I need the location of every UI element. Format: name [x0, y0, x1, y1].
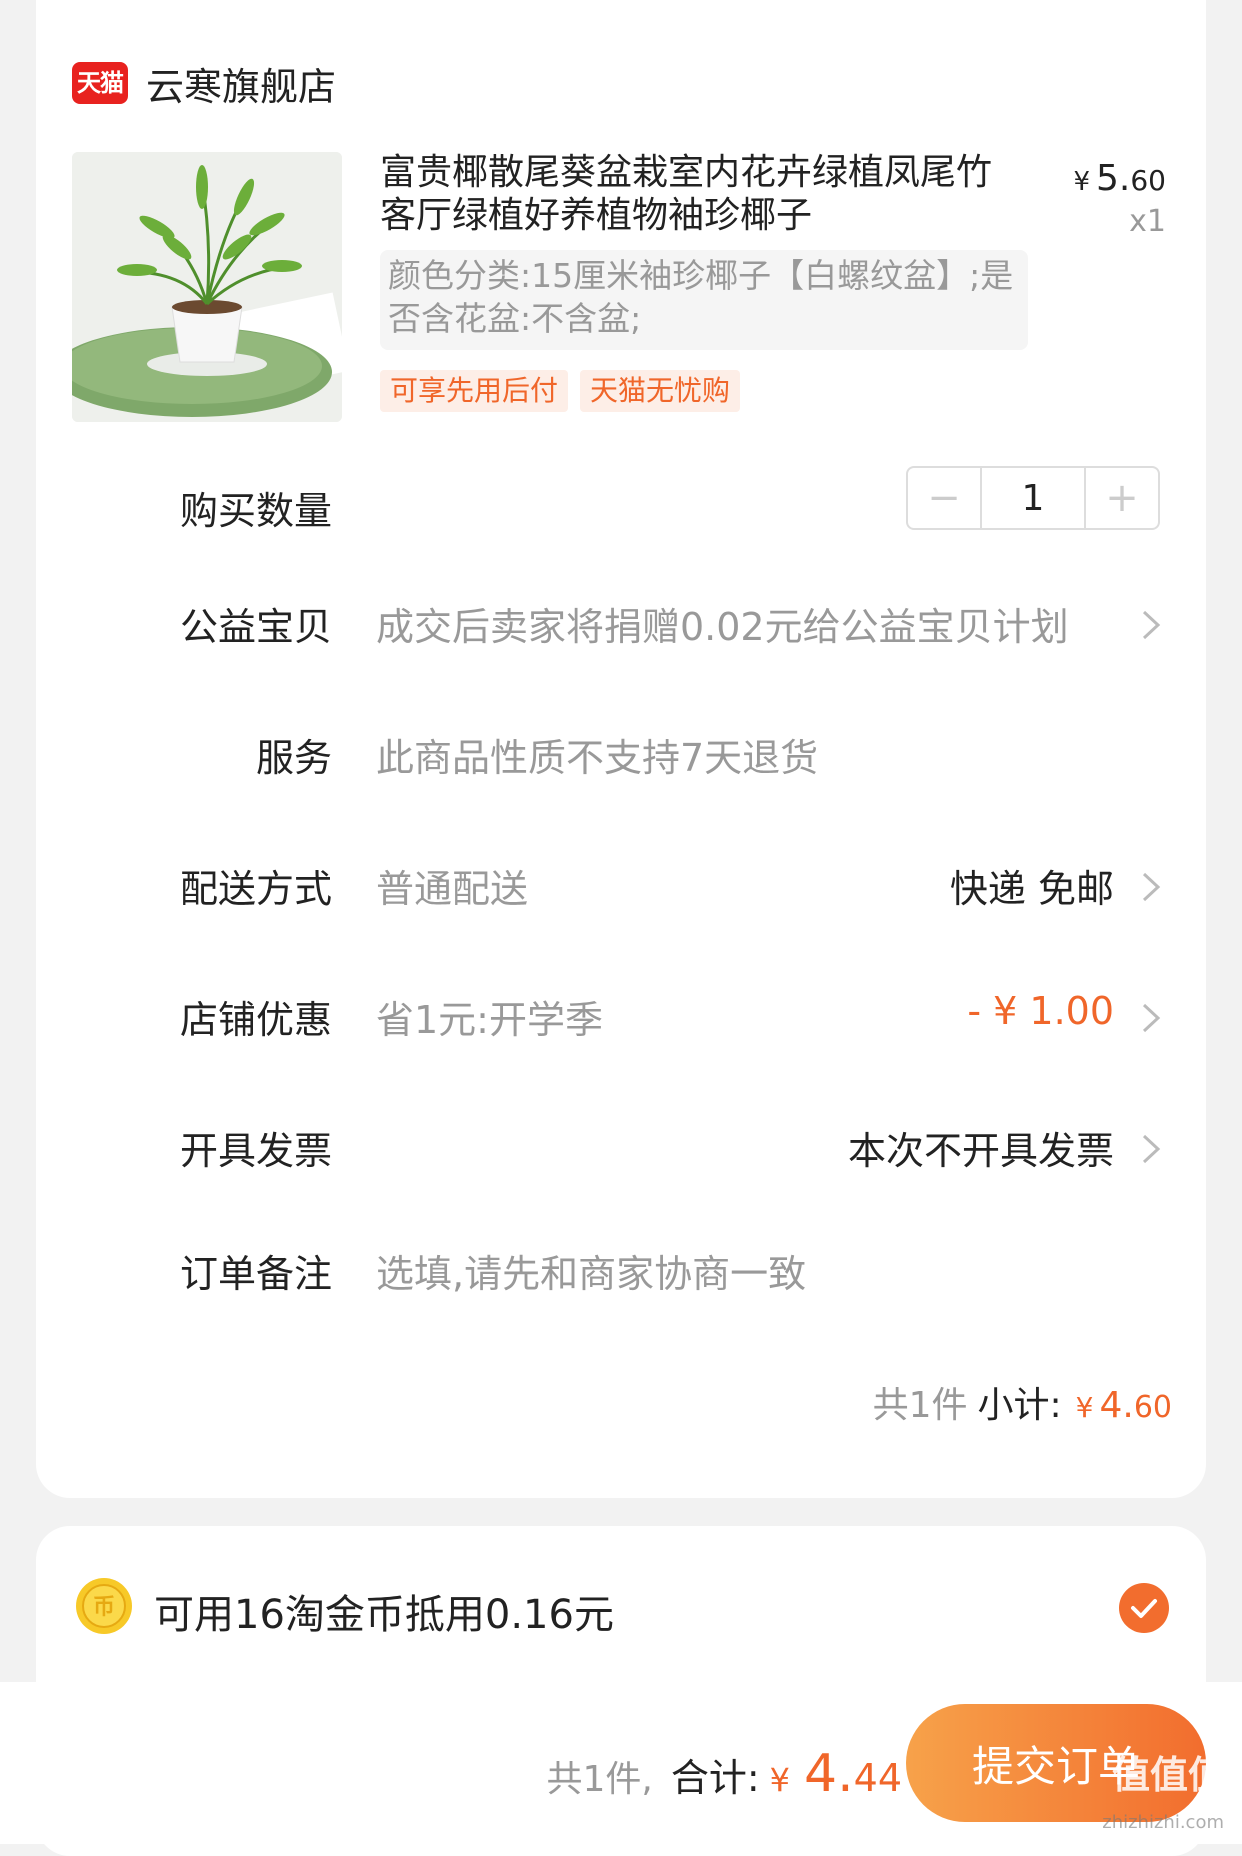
- currency-symbol: ¥: [1073, 167, 1090, 197]
- row-service: 服务 此商品性质不支持7天退货: [36, 713, 1206, 793]
- svg-text:币: 币: [93, 1595, 115, 1620]
- row-order-note: 订单备注 选填,请先和商家协商一致: [36, 1229, 1206, 1309]
- row-label: 订单备注: [179, 1252, 332, 1296]
- row-label: 公益宝贝: [179, 605, 332, 649]
- row-label: 开具发票: [179, 1129, 332, 1173]
- total-integer: 4.: [804, 1744, 854, 1804]
- gold-coin-icon: 币: [74, 1576, 134, 1636]
- product-title[interactable]: 富贵椰散尾葵盆栽室内花卉绿植凤尾竹客厅绿植好养植物袖珍椰子: [380, 151, 1020, 237]
- subtotal-integer: 4.: [1099, 1385, 1134, 1426]
- item-count: 共1件: [872, 1385, 968, 1426]
- currency-symbol: ¥: [769, 1761, 791, 1799]
- store-header[interactable]: 天猫 云寒旗舰店: [72, 48, 336, 118]
- subtotal-label: 小计:: [977, 1385, 1062, 1426]
- sku-selection[interactable]: 颜色分类:15厘米袖珍椰子【白螺纹盆】;是否含花盆:不含盆;: [380, 250, 1028, 350]
- total-label: 合计:: [670, 1756, 760, 1800]
- row-label: 店铺优惠: [179, 998, 332, 1042]
- chevron-right-icon[interactable]: [1136, 1001, 1166, 1035]
- order-card: 天猫 云寒旗舰店 富贵椰散尾葵盆栽室内花卉绿植凤尾竹客厅绿植好养植物袖珍椰子 ¥…: [36, 0, 1206, 1498]
- order-note-input[interactable]: 选填,请先和商家协商一致: [376, 1243, 806, 1298]
- chevron-right-icon[interactable]: [1136, 1132, 1166, 1166]
- tag-pay-later: 可享先用后付: [380, 370, 569, 412]
- store-name[interactable]: 云寒旗舰店: [146, 56, 336, 111]
- quantity-stepper[interactable]: − 1 +: [906, 466, 1160, 530]
- row-charity[interactable]: 公益宝贝 成交后卖家将捐赠0.02元给公益宝贝计划: [36, 582, 1206, 662]
- total-count: 共1件,: [546, 1759, 653, 1800]
- product-price: ¥5.60: [1073, 158, 1166, 199]
- quantity-value[interactable]: 1: [980, 468, 1086, 528]
- subtotal: 共1件 小计: ¥4.60: [873, 1376, 1172, 1428]
- watermark: 值值值: [1111, 1753, 1226, 1797]
- row-invoice[interactable]: 开具发票 本次不开具发票: [36, 1106, 1206, 1186]
- checkmark-icon[interactable]: [1118, 1582, 1170, 1634]
- row-label: 购买数量: [179, 489, 332, 533]
- row-quantity: 购买数量 − 1 +: [36, 466, 1206, 546]
- currency-symbol: ¥: [1075, 1391, 1094, 1424]
- delivery-option: 快递 免邮: [949, 867, 1114, 911]
- total-decimal: 44: [853, 1756, 902, 1800]
- subtotal-decimal: 60: [1133, 1390, 1172, 1425]
- tag-tmall-worry-free: 天猫无忧购: [580, 370, 741, 412]
- discount-amount: - ¥ 1.00: [967, 989, 1114, 1033]
- price-integer: 5.: [1096, 158, 1131, 199]
- checkout-bar: 共1件, 合计: ¥4.44 提交订单: [0, 1682, 1242, 1844]
- tmall-logo: 天猫: [72, 62, 128, 104]
- increase-button[interactable]: +: [1086, 468, 1158, 528]
- order-total: 共1件, 合计: ¥4.44: [546, 1744, 902, 1804]
- chevron-right-icon[interactable]: [1136, 870, 1166, 904]
- row-value: 成交后卖家将捐赠0.02元给公益宝贝计划: [376, 605, 1069, 649]
- product-quantity: x1: [1129, 204, 1166, 239]
- row-store-discount[interactable]: 店铺优惠 省1元:开学季 - ¥ 1.00: [36, 975, 1206, 1055]
- invoice-option: 本次不开具发票: [847, 1129, 1114, 1173]
- row-value: 省1元:开学季: [376, 998, 603, 1042]
- row-delivery[interactable]: 配送方式 普通配送 快递 免邮: [36, 844, 1206, 924]
- row-label: 服务: [255, 736, 332, 780]
- coin-offer-text: 可用16淘金币抵用0.16元: [154, 1592, 614, 1638]
- watermark-url: zhizhizhi.com: [1102, 1812, 1224, 1833]
- product-image[interactable]: [72, 152, 342, 422]
- row-value: 此商品性质不支持7天退货: [376, 736, 819, 780]
- row-label: 配送方式: [179, 867, 332, 911]
- decrease-button[interactable]: −: [908, 468, 980, 528]
- price-decimal: 60: [1130, 164, 1166, 197]
- row-value: 普通配送: [376, 867, 529, 911]
- product-tags: 可享先用后付 天猫无忧购: [380, 370, 741, 412]
- chevron-right-icon[interactable]: [1136, 608, 1166, 642]
